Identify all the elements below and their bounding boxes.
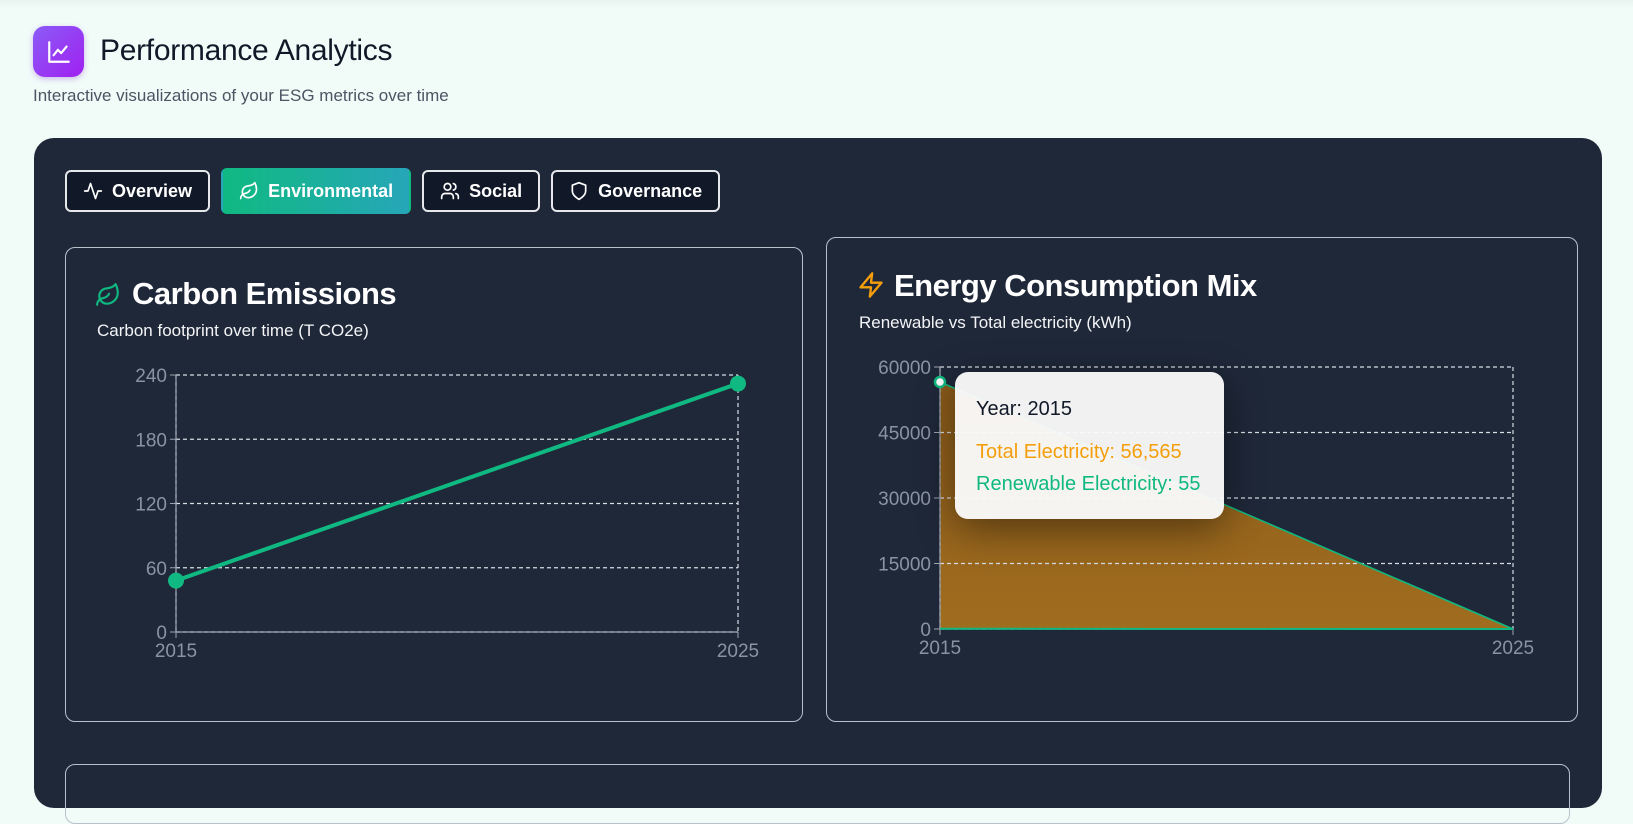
tab-governance[interactable]: Governance: [551, 170, 720, 212]
chart-tooltip: Year: 2015 Total Electricity: 56,565 Ren…: [955, 372, 1224, 519]
tooltip-renewable: Renewable Electricity: 55: [976, 468, 1203, 500]
x-tick-label: 2015: [155, 641, 197, 662]
line-chart-icon: [33, 26, 84, 77]
top-shadow: [0, 0, 1633, 8]
users-icon: [440, 181, 460, 201]
y-tick-label: 60: [146, 559, 167, 580]
x-tick-label: 2025: [717, 641, 759, 662]
y-tick-label: 60000: [878, 358, 931, 379]
x-tick-label: 2025: [1492, 638, 1534, 659]
y-tick-label: 120: [135, 495, 167, 516]
tab-social[interactable]: Social: [422, 170, 540, 212]
y-tick-label: 45000: [878, 424, 931, 445]
next-chart-card: [65, 764, 1570, 824]
tab-social-label: Social: [469, 181, 522, 202]
carbon-data-point: [168, 573, 184, 589]
carbon-line-chart: 06012018024020152025: [66, 248, 804, 723]
y-tick-label: 180: [135, 430, 167, 451]
shield-icon: [569, 181, 589, 201]
leaf-icon: [239, 181, 259, 201]
y-tick-label: 15000: [878, 555, 931, 576]
tab-overview-label: Overview: [112, 181, 192, 202]
page-subtitle: Interactive visualizations of your ESG m…: [33, 86, 449, 106]
tab-overview[interactable]: Overview: [65, 170, 210, 212]
tooltip-year: Year: 2015: [976, 398, 1203, 421]
analytics-panel: Overview Environmental Social Governance…: [34, 138, 1602, 808]
carbon-emissions-card: Carbon Emissions Carbon footprint over t…: [65, 247, 803, 722]
tooltip-total: Total Electricity: 56,565: [976, 436, 1203, 468]
active-data-point: [935, 377, 945, 387]
tab-environmental-label: Environmental: [268, 181, 393, 202]
carbon-data-point: [730, 376, 746, 392]
x-tick-label: 2015: [919, 638, 961, 659]
tab-governance-label: Governance: [598, 181, 702, 202]
y-tick-label: 240: [135, 366, 167, 387]
y-tick-label: 30000: [878, 489, 931, 510]
tab-environmental[interactable]: Environmental: [221, 168, 411, 214]
tab-bar: Overview Environmental Social Governance: [65, 170, 720, 214]
page-title: Performance Analytics: [100, 34, 392, 68]
activity-icon: [83, 181, 103, 201]
carbon-series-line: [176, 384, 738, 581]
